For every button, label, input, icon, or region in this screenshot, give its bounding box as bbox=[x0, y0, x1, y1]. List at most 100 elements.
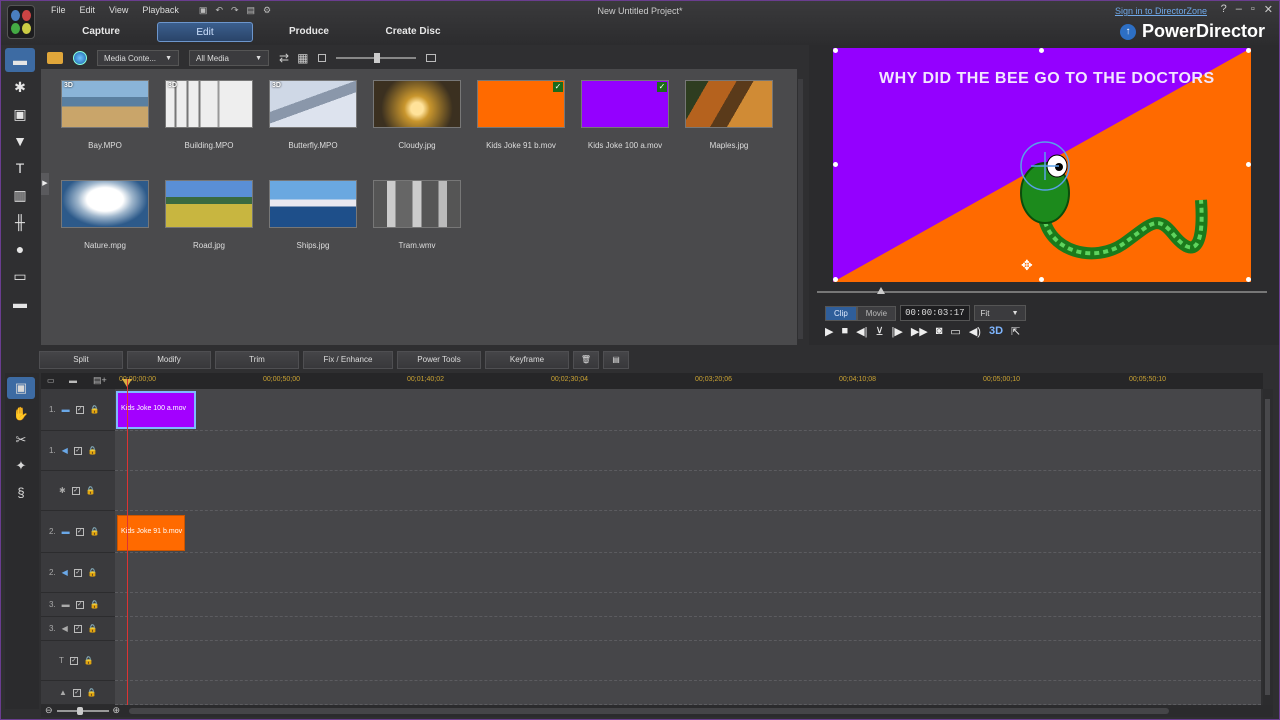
scissors-icon[interactable]: ✂ bbox=[7, 429, 35, 451]
enable-track-checkbox[interactable]: ✓ bbox=[73, 568, 82, 577]
previous-frame-icon[interactable]: ◀| bbox=[856, 325, 867, 338]
title-room-icon[interactable]: T bbox=[5, 156, 35, 180]
timeline-clip-purple[interactable]: Kids Joke 100 a.mov bbox=[117, 392, 195, 428]
media-thumbnail[interactable]: ✓ bbox=[581, 80, 669, 128]
next-frame-icon[interactable]: |▶ bbox=[892, 325, 903, 338]
more-tools-icon[interactable]: ▤ bbox=[603, 351, 629, 369]
thumbnail-size-slider[interactable] bbox=[336, 53, 417, 63]
enable-track-checkbox[interactable]: ✓ bbox=[73, 624, 82, 633]
power-tools-button[interactable]: Power Tools bbox=[397, 351, 481, 369]
resize-handle[interactable] bbox=[1039, 48, 1044, 53]
magic-style-icon[interactable]: § bbox=[7, 481, 35, 503]
track-lane[interactable] bbox=[115, 641, 1261, 681]
download-globe-icon[interactable] bbox=[73, 51, 87, 65]
audio-mixing-icon[interactable]: ╫ bbox=[5, 210, 35, 234]
lock-icon[interactable]: 🔒 bbox=[84, 656, 94, 665]
snapshot-icon[interactable]: ◙ bbox=[936, 325, 943, 338]
track-lane[interactable] bbox=[115, 511, 1261, 553]
lock-icon[interactable]: 🔒 bbox=[87, 688, 97, 697]
timeline-scrollbar[interactable] bbox=[1263, 389, 1273, 705]
close-icon[interactable]: ✕ bbox=[1264, 3, 1273, 16]
3d-mode-icon[interactable]: 3D bbox=[989, 325, 1003, 338]
library-scrollbar[interactable] bbox=[797, 69, 805, 345]
media-thumbnail[interactable]: 3D bbox=[61, 80, 149, 128]
voiceover-icon[interactable]: ● bbox=[5, 237, 35, 261]
keyframe-button[interactable]: Keyframe bbox=[485, 351, 569, 369]
transition-room-icon[interactable]: ▥ bbox=[5, 183, 35, 207]
timeline-ruler[interactable]: ▭ ▬ ▤+ 00;00;00;00 00;00;50;00 00;01;40;… bbox=[41, 373, 1263, 389]
track-lane[interactable] bbox=[115, 389, 1261, 431]
fast-forward-icon[interactable]: ▶▶ bbox=[911, 325, 928, 338]
slider-knob[interactable] bbox=[374, 53, 381, 63]
lock-icon[interactable]: 🔒 bbox=[90, 405, 100, 414]
tab-create-disc[interactable]: Create Disc bbox=[365, 22, 461, 42]
pip-room-icon[interactable]: ▣ bbox=[5, 102, 35, 126]
media-type-dropdown[interactable]: All Media ▼ bbox=[189, 50, 269, 66]
preview-canvas[interactable]: WHY DID THE BEE GO TO THE DOCTORS ✥ bbox=[833, 48, 1251, 282]
tab-produce[interactable]: Produce bbox=[261, 22, 357, 42]
media-thumbnail[interactable] bbox=[373, 180, 461, 228]
small-thumb-icon[interactable] bbox=[318, 54, 327, 62]
fix-enhance-button[interactable]: Fix / Enhance bbox=[303, 351, 393, 369]
resize-handle[interactable] bbox=[1246, 162, 1251, 167]
timeline-tracks[interactable]: Kids Joke 100 a.mov Kids Joke 91 b.mov bbox=[115, 389, 1261, 705]
maximize-icon[interactable]: ▫ bbox=[1251, 3, 1255, 16]
undock-icon[interactable]: ⇱ bbox=[1011, 325, 1020, 338]
tab-clip[interactable]: Clip bbox=[825, 305, 857, 321]
media-thumbnail[interactable]: 3D bbox=[165, 80, 253, 128]
media-thumbnail[interactable] bbox=[165, 180, 253, 228]
media-thumbnail[interactable] bbox=[61, 180, 149, 228]
modify-button[interactable]: Modify bbox=[127, 351, 211, 369]
lock-icon[interactable]: 🔒 bbox=[88, 446, 98, 455]
enable-track-checkbox[interactable]: ✓ bbox=[72, 688, 81, 697]
scrollbar-track[interactable] bbox=[798, 79, 803, 339]
track-lane[interactable] bbox=[115, 553, 1261, 593]
sort-icon[interactable]: ⇄ bbox=[279, 51, 289, 65]
play-icon[interactable]: ▶ bbox=[825, 325, 833, 338]
track-lane[interactable] bbox=[115, 617, 1261, 641]
upload-icon[interactable]: ↑ bbox=[1119, 23, 1136, 40]
resize-handle[interactable] bbox=[1246, 48, 1251, 53]
import-folder-icon[interactable] bbox=[47, 52, 63, 64]
split-button[interactable]: Split bbox=[39, 351, 123, 369]
media-thumbnail[interactable] bbox=[373, 80, 461, 128]
scrubber-knob[interactable] bbox=[877, 287, 885, 294]
lock-icon[interactable]: 🔒 bbox=[86, 486, 96, 495]
media-room-icon[interactable]: ▬ bbox=[5, 48, 35, 72]
large-thumb-icon[interactable] bbox=[426, 54, 437, 62]
resize-handle[interactable] bbox=[833, 162, 838, 167]
track-lane[interactable] bbox=[115, 681, 1261, 705]
collapse-panel-icon[interactable]: ▶ bbox=[41, 173, 49, 195]
media-thumbnail[interactable] bbox=[269, 180, 357, 228]
media-thumbnail[interactable] bbox=[685, 80, 773, 128]
minimize-icon[interactable]: – bbox=[1236, 3, 1242, 16]
signin-link[interactable]: Sign in to DirectorZone bbox=[1115, 6, 1207, 16]
playhead-line[interactable] bbox=[127, 379, 128, 705]
scrollbar-track[interactable] bbox=[1265, 399, 1270, 695]
media-thumbnail[interactable]: ✓ bbox=[477, 80, 565, 128]
timeline-view-icon[interactable]: ▣ bbox=[7, 377, 35, 399]
zoom-knob[interactable] bbox=[76, 706, 83, 715]
enable-track-checkbox[interactable]: ✓ bbox=[69, 656, 78, 665]
magic-wand-icon[interactable]: ✦ bbox=[7, 455, 35, 477]
subtitle-room-icon[interactable]: ▬ bbox=[5, 291, 35, 315]
fit-dropdown[interactable]: Fit ▼ bbox=[973, 305, 1026, 321]
tab-capture[interactable]: Capture bbox=[53, 22, 149, 42]
resize-handle[interactable] bbox=[1039, 277, 1044, 282]
preview-scrubber[interactable] bbox=[817, 287, 1267, 294]
resize-handle[interactable] bbox=[833, 48, 838, 53]
timeline-hscrollbar[interactable] bbox=[129, 708, 1169, 714]
enable-track-checkbox[interactable]: ✓ bbox=[71, 486, 80, 495]
hand-tool-icon[interactable]: ✋ bbox=[7, 403, 35, 425]
tab-edit[interactable]: Edit bbox=[157, 22, 253, 42]
enable-track-checkbox[interactable]: ✓ bbox=[75, 527, 84, 536]
external-display-icon[interactable]: ▭ bbox=[950, 325, 960, 338]
zoom-out-icon[interactable]: ⊖ bbox=[45, 705, 53, 716]
enable-track-checkbox[interactable]: ✓ bbox=[73, 446, 82, 455]
particle-room-icon[interactable]: ▼ bbox=[5, 129, 35, 153]
media-thumbnail[interactable]: 3D bbox=[269, 80, 357, 128]
track-lane[interactable] bbox=[115, 593, 1261, 617]
lock-icon[interactable]: 🔒 bbox=[90, 600, 100, 609]
resize-handle[interactable] bbox=[1246, 277, 1251, 282]
lock-icon[interactable]: 🔒 bbox=[88, 568, 98, 577]
